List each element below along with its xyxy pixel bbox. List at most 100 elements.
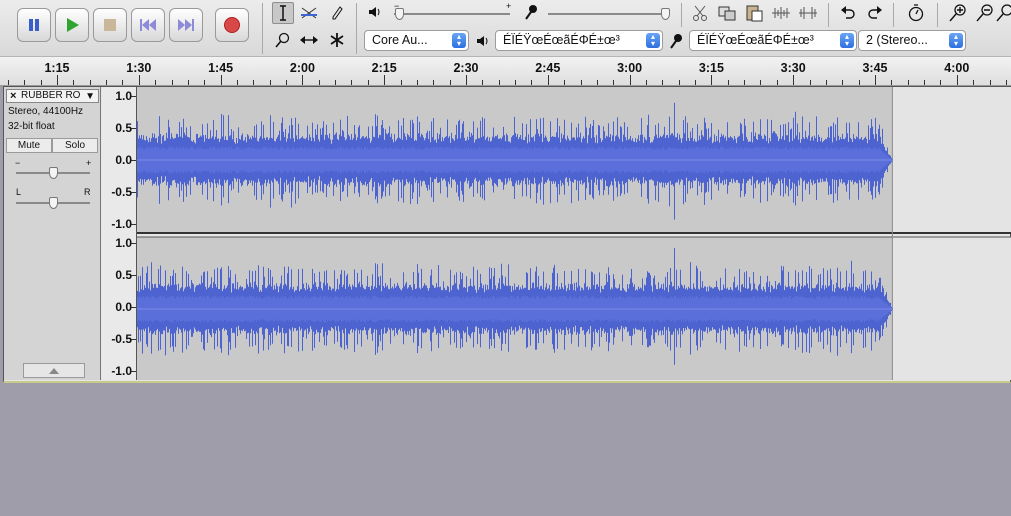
trim-button[interactable] — [770, 2, 792, 24]
playback-volume-max: + — [506, 1, 512, 11]
trim-audio-icon — [772, 7, 790, 19]
ruler-time-label: 2:45 — [535, 61, 561, 75]
toolbar-separator — [681, 3, 682, 27]
recording-device-dropdown[interactable]: ÉÏÉŸœÉœãÉΦÉ±œ³ ▴ ▾ — [689, 30, 857, 51]
toolbar-separator — [937, 3, 938, 27]
ruler-tick — [548, 75, 549, 85]
ruler-tick — [908, 80, 909, 85]
toolbar-separator — [893, 3, 894, 27]
ruler-tick — [335, 80, 336, 85]
undo-button[interactable] — [837, 2, 859, 24]
multi-tool[interactable] — [326, 29, 348, 51]
mute-button[interactable]: Mute — [6, 138, 52, 153]
amplitude-label: 0.0 — [115, 300, 132, 314]
envelope-tool[interactable] — [298, 2, 320, 24]
solo-button[interactable]: Solo — [52, 138, 98, 153]
track-control-panel: × RUBBER RO ▼ Stereo, 44100Hz 32-bit flo… — [4, 87, 101, 380]
amplitude-tick — [131, 192, 136, 193]
zoom-out-button[interactable] — [974, 2, 996, 24]
record-volume-thumb[interactable] — [661, 8, 670, 20]
redo-button[interactable] — [864, 2, 886, 24]
skip-to-end-button[interactable] — [169, 8, 203, 42]
toolbar-separator — [356, 3, 357, 54]
amplitude-label: 0.0 — [115, 153, 132, 167]
track-title-bar[interactable]: × RUBBER RO ▼ — [6, 89, 99, 103]
amplitude-tick — [131, 243, 136, 244]
pan-slider[interactable] — [16, 197, 90, 209]
ruler-tick — [8, 80, 9, 85]
playback-device-dropdown[interactable]: ÉÏÉŸœÉœãÉΦÉ±œ³ ▴ ▾ — [495, 30, 663, 51]
cut-button[interactable] — [689, 2, 711, 24]
amplitude-label: -0.5 — [111, 185, 132, 199]
pause-icon — [29, 19, 39, 31]
audio-track: × RUBBER RO ▼ Stereo, 44100Hz 32-bit flo… — [3, 86, 1011, 383]
ruler-tick — [990, 80, 991, 85]
silence-button[interactable] — [797, 2, 819, 24]
collapse-track-button[interactable] — [23, 363, 85, 378]
track-menu-chevron-icon[interactable]: ▼ — [85, 91, 95, 103]
pause-button[interactable] — [17, 8, 51, 42]
record-button[interactable] — [215, 8, 249, 42]
ruler-tick — [646, 80, 647, 85]
gain-slider-thumb[interactable] — [48, 167, 58, 179]
record-volume-slider[interactable] — [546, 4, 672, 22]
ruler-tick — [253, 80, 254, 85]
triangle-up-icon — [49, 367, 59, 374]
amplitude-tick — [131, 275, 136, 276]
ruler-tick — [597, 80, 598, 85]
close-track-icon[interactable]: × — [10, 90, 16, 102]
playback-volume-thumb[interactable] — [395, 8, 405, 20]
chevron-updown-icon: ▴ ▾ — [452, 33, 466, 48]
draw-tool[interactable] — [326, 2, 348, 24]
pan-slider-thumb[interactable] — [48, 197, 58, 209]
ruler-tick — [122, 80, 123, 85]
fit-selection-button[interactable] — [996, 2, 1011, 24]
ruler-tick — [73, 80, 74, 85]
ruler-tick — [1006, 80, 1007, 85]
amplitude-label: -0.5 — [111, 332, 132, 346]
amplitude-label: 1.0 — [115, 89, 132, 103]
amplitude-tick — [131, 96, 136, 97]
ruler-tick — [221, 75, 222, 85]
play-button[interactable] — [55, 8, 89, 42]
ruler-time-label: 1:15 — [44, 61, 70, 75]
ruler-time-label: 4:00 — [944, 61, 970, 75]
zoom-tool[interactable] — [272, 29, 294, 51]
waveform-display[interactable] — [137, 87, 1011, 380]
ruler-time-label: 1:45 — [208, 61, 234, 75]
ruler-time-label: 3:45 — [862, 61, 888, 75]
paste-button[interactable] — [743, 2, 765, 24]
track-name: RUBBER RO — [21, 90, 81, 101]
skip-to-start-button[interactable] — [131, 8, 165, 42]
skip-end-icon — [178, 19, 194, 31]
ruler-tick — [204, 80, 205, 85]
redo-icon — [868, 6, 882, 19]
ruler-tick — [401, 80, 402, 85]
selection-tool[interactable] — [272, 2, 294, 24]
time-shift-tool[interactable] — [298, 29, 320, 51]
silence-audio-icon — [799, 7, 817, 19]
ruler-tick — [777, 80, 778, 85]
amplitude-label: -1.0 — [111, 217, 132, 231]
amplitude-tick — [131, 224, 136, 225]
zoom-in-button[interactable] — [947, 2, 969, 24]
playback-volume-slider[interactable]: − + — [392, 1, 512, 22]
ruler-time-label: 3:30 — [780, 61, 806, 75]
scissors-icon — [693, 5, 707, 21]
playback-device-speaker-icon — [472, 30, 494, 52]
amplitude-label: 0.5 — [115, 121, 132, 135]
timeline-ruler[interactable]: 1:15 1:30 1:45 2:00 2:15 2:30 2:45 3:00 3:15 3:30… — [0, 57, 1011, 86]
copy-button[interactable] — [716, 2, 738, 24]
ruler-time-label: 3:00 — [617, 61, 643, 75]
ruler-tick — [630, 75, 631, 85]
sync-lock-button[interactable] — [905, 2, 927, 24]
channels-dropdown[interactable]: 2 (Stereo... ▴ ▾ — [858, 30, 966, 51]
host-dropdown[interactable]: Core Au... ▴ ▾ — [364, 30, 469, 51]
stop-button[interactable] — [93, 8, 127, 42]
ruler-tick — [875, 75, 876, 85]
gain-slider[interactable] — [16, 167, 90, 179]
ruler-tick — [662, 80, 663, 85]
toolbar-separator — [828, 3, 829, 27]
envelope-icon — [301, 7, 317, 19]
ruler-tick — [728, 80, 729, 85]
